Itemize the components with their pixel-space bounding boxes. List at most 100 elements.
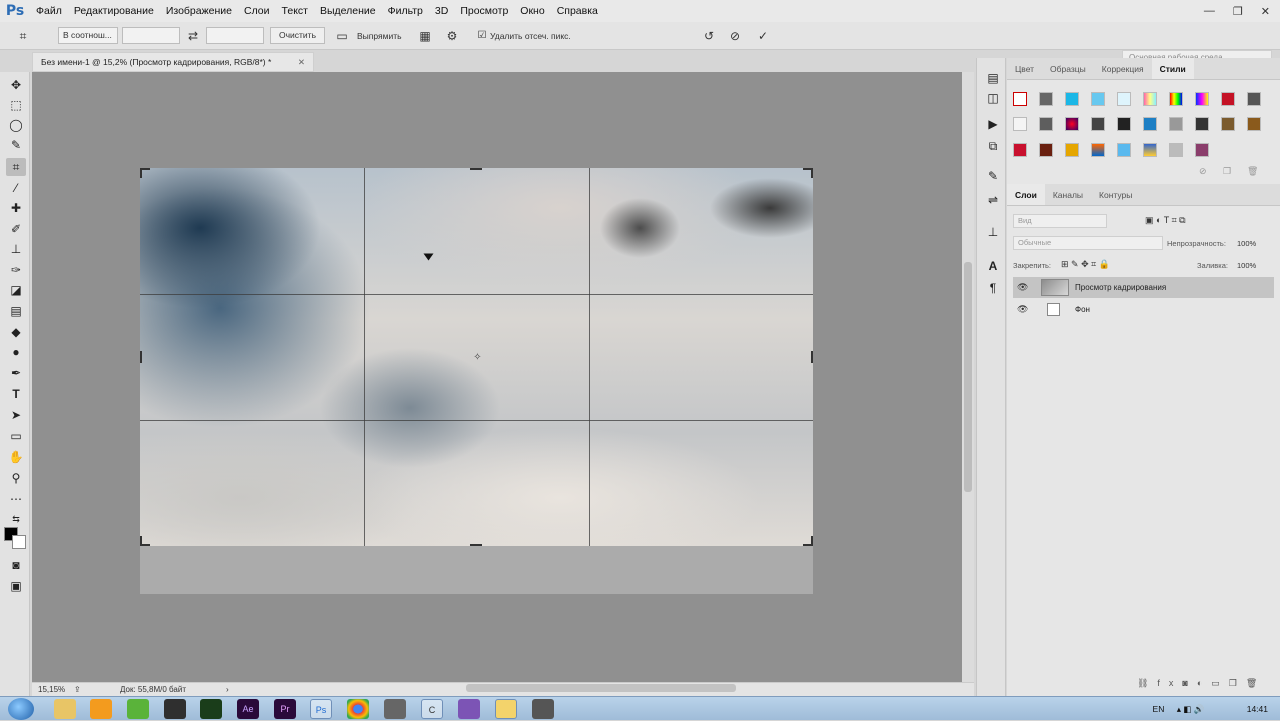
- chevron-right-icon[interactable]: ›: [226, 683, 229, 696]
- type-tool-icon[interactable]: T: [6, 385, 26, 403]
- scroll-thumb[interactable]: [964, 262, 972, 492]
- clock[interactable]: 14:41: [1247, 704, 1268, 714]
- minimize-icon[interactable]: —: [1204, 5, 1215, 17]
- tool-presets-icon[interactable]: ⊥: [985, 224, 1001, 240]
- tab-styles[interactable]: Стили: [1151, 58, 1194, 79]
- overlay-grid-icon[interactable]: ▦: [418, 29, 432, 43]
- crop-tool-preset-icon[interactable]: ⌗: [16, 29, 30, 43]
- layer-kind-filter[interactable]: Вид: [1013, 214, 1107, 228]
- crop-tool-icon[interactable]: ⌗: [6, 158, 26, 176]
- style-swatch[interactable]: [1195, 117, 1209, 131]
- menu-view[interactable]: Просмотр: [454, 0, 514, 22]
- style-swatch[interactable]: [1065, 117, 1079, 131]
- style-swatch[interactable]: [1169, 92, 1183, 106]
- menu-edit[interactable]: Редактирование: [68, 0, 160, 22]
- nvidia-icon[interactable]: [164, 699, 186, 719]
- style-swatch[interactable]: [1091, 117, 1105, 131]
- checkbox-icon[interactable]: ☑: [475, 29, 489, 43]
- language-indicator[interactable]: EN: [1153, 704, 1165, 714]
- path-select-icon[interactable]: ➤: [6, 406, 26, 424]
- tab-adjustments[interactable]: Коррекция: [1094, 58, 1152, 79]
- media-icon[interactable]: [90, 699, 112, 719]
- tab-color[interactable]: Цвет: [1007, 58, 1042, 79]
- premiere-icon[interactable]: Pr: [274, 699, 296, 719]
- height-field[interactable]: [206, 27, 264, 44]
- blur-tool-icon[interactable]: ◆: [6, 323, 26, 341]
- cancel-icon[interactable]: ⊘: [728, 29, 742, 43]
- fill-value[interactable]: 100%: [1237, 261, 1256, 270]
- style-swatch[interactable]: [1065, 92, 1079, 106]
- menu-help[interactable]: Справка: [551, 0, 604, 22]
- tray-icons[interactable]: ▴ ◧ 🔊: [1177, 704, 1205, 714]
- brush-presets-icon[interactable]: ✎: [985, 168, 1001, 184]
- crop-handle-top[interactable]: [470, 168, 482, 170]
- style-swatch[interactable]: [1143, 117, 1157, 131]
- files-icon[interactable]: [384, 699, 406, 719]
- swap-icon[interactable]: ⇄: [186, 29, 200, 43]
- layer-row[interactable]: 👁 Просмотр кадрирования: [1013, 277, 1274, 298]
- style-swatch[interactable]: [1013, 117, 1027, 131]
- paragraph-icon[interactable]: ¶: [985, 280, 1001, 296]
- crop-handle-bottom-right[interactable]: [811, 536, 813, 546]
- close-icon[interactable]: ✕: [1261, 5, 1270, 18]
- horizontal-scroll-thumb[interactable]: [466, 684, 736, 692]
- style-swatch[interactable]: [1039, 92, 1053, 106]
- vertical-scrollbar[interactable]: [962, 72, 974, 682]
- crop-handle-right[interactable]: [811, 351, 813, 363]
- background-color-swatch[interactable]: [12, 535, 26, 549]
- export-icon[interactable]: ⇪: [74, 683, 81, 696]
- pen-tool-icon[interactable]: ✒: [6, 364, 26, 382]
- dodge-tool-icon[interactable]: ●: [6, 343, 26, 361]
- style-swatch[interactable]: [1117, 92, 1131, 106]
- calculator-icon[interactable]: [532, 699, 554, 719]
- ps-icon[interactable]: Ps: [310, 699, 332, 719]
- style-swatch[interactable]: [1169, 143, 1183, 157]
- straighten-button[interactable]: Выпрямить: [357, 31, 402, 41]
- utorrent-icon[interactable]: [127, 699, 149, 719]
- style-swatch[interactable]: [1195, 143, 1209, 157]
- adjust-icon[interactable]: ⇌: [985, 192, 1001, 208]
- style-swatch[interactable]: [1039, 117, 1053, 131]
- eyedropper-icon[interactable]: ⁄: [6, 179, 26, 197]
- quick-select-icon[interactable]: ✎: [6, 136, 26, 154]
- document-tab[interactable]: Без имени-1 @ 15,2% (Просмотр кадрирован…: [32, 52, 314, 72]
- ratio-select[interactable]: В соотнош...: [58, 27, 118, 44]
- gradient-icon[interactable]: ▤: [6, 302, 26, 320]
- healing-brush-icon[interactable]: ✚: [6, 199, 26, 217]
- zoom-tool-icon[interactable]: ⚲: [6, 469, 26, 487]
- style-swatch[interactable]: [1221, 117, 1235, 131]
- layer-actions-icons[interactable]: ⛓fx◙◐▭❐🗑: [1137, 678, 1266, 689]
- style-swatch[interactable]: [1143, 92, 1157, 106]
- menu-filter[interactable]: Фильтр: [382, 0, 429, 22]
- style-swatch-none[interactable]: [1013, 92, 1027, 106]
- style-swatch[interactable]: [1247, 92, 1261, 106]
- width-field[interactable]: [122, 27, 180, 44]
- tab-layers[interactable]: Слои: [1007, 184, 1045, 205]
- style-swatch[interactable]: [1091, 143, 1105, 157]
- doc-info[interactable]: Док: 55,8M/0 байт: [120, 683, 186, 696]
- viber-icon[interactable]: [458, 699, 480, 719]
- straighten-icon[interactable]: ▭: [335, 29, 349, 43]
- style-swatch[interactable]: [1169, 117, 1183, 131]
- menu-image[interactable]: Изображение: [160, 0, 238, 22]
- blend-mode-select[interactable]: Обычные: [1013, 236, 1163, 250]
- layer-row[interactable]: 👁 Фон: [1013, 299, 1274, 320]
- style-swatch[interactable]: [1091, 92, 1105, 106]
- style-swatch[interactable]: [1221, 92, 1235, 106]
- shape-tool-icon[interactable]: ▭: [6, 427, 26, 445]
- clone-source-icon[interactable]: ⧉: [985, 138, 1001, 154]
- clone-stamp-icon[interactable]: ⊥: [6, 240, 26, 258]
- style-swatch[interactable]: [1117, 117, 1131, 131]
- history-brush-icon[interactable]: ✑: [6, 261, 26, 279]
- marquee-tool-icon[interactable]: ⬚: [6, 96, 26, 114]
- ae-icon[interactable]: Ae: [237, 699, 259, 719]
- restore-icon[interactable]: ❐: [1233, 5, 1243, 18]
- eraser-icon[interactable]: ◪: [6, 281, 26, 299]
- screen-mode-icon[interactable]: ▣: [6, 577, 26, 595]
- brush-tool-icon[interactable]: ✐: [6, 220, 26, 238]
- crop-handle-bottom-left[interactable]: [140, 536, 142, 546]
- clear-button[interactable]: Очистить: [270, 27, 326, 44]
- style-swatch[interactable]: [1013, 143, 1027, 157]
- ccleaner-icon[interactable]: C: [421, 699, 443, 719]
- tab-paths[interactable]: Контуры: [1091, 184, 1140, 205]
